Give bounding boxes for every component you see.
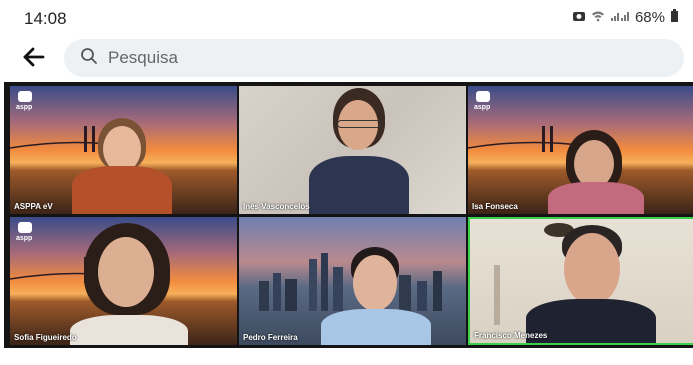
top-bar: Pesquisa — [0, 36, 693, 80]
status-bar: 14:08 68% — [0, 0, 693, 36]
participant-name: Inês Vasconcelos — [243, 202, 310, 211]
video-grid: aspp ASPPA eV Inês Vasconcelos aspp Isa … — [4, 82, 693, 348]
alarm-icon — [572, 9, 586, 26]
participant-tile[interactable]: aspp Sofia Figueiredo — [10, 217, 237, 345]
aspp-logo: aspp — [474, 91, 496, 111]
battery-level: 68% — [634, 9, 665, 26]
search-input[interactable]: Pesquisa — [64, 39, 684, 77]
status-icons: 68% — [572, 9, 679, 26]
participant-tile[interactable]: aspp Isa Fonseca — [468, 86, 693, 214]
search-placeholder: Pesquisa — [108, 48, 178, 67]
search-icon — [80, 47, 98, 70]
participant-name: Francisco Menezes — [474, 331, 548, 340]
participant-tile-active[interactable]: Francisco Menezes — [468, 217, 693, 345]
participant-name: Isa Fonseca — [472, 202, 518, 211]
status-time: 14:08 — [24, 9, 67, 28]
participant-name: Pedro Ferreira — [243, 333, 298, 342]
battery-icon — [670, 9, 679, 26]
participant-name: ASPPA eV — [14, 202, 53, 211]
wifi-icon — [591, 9, 605, 26]
aspp-logo: aspp — [16, 91, 38, 111]
participant-tile[interactable]: Inês Vasconcelos — [239, 86, 466, 214]
participant-tile[interactable]: aspp ASPPA eV — [10, 86, 237, 214]
participant-tile[interactable]: Pedro Ferreira — [239, 217, 466, 345]
participant-name: Sofia Figueiredo — [14, 333, 77, 342]
bottom-bar — [0, 348, 693, 365]
background-decor — [494, 265, 500, 325]
signal-icon — [610, 9, 630, 26]
aspp-logo: aspp — [16, 222, 38, 242]
back-arrow-icon[interactable] — [22, 46, 46, 68]
